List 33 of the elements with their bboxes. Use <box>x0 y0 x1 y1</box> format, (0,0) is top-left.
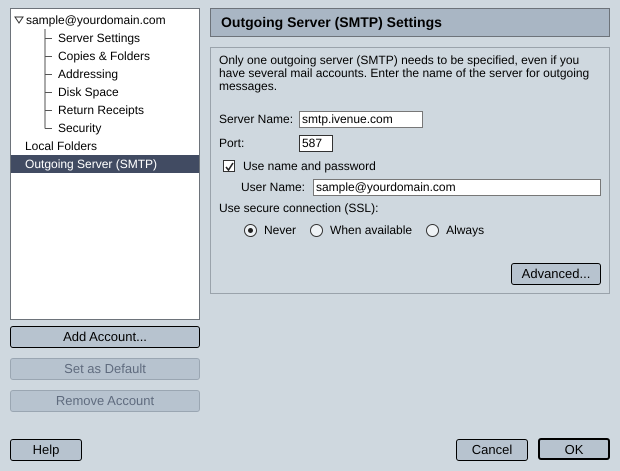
button[interactable]: Help <box>10 438 82 461</box>
tree-item[interactable]: sample@yourdomain.com <box>26 11 166 29</box>
advanced-button[interactable]: Advanced... <box>511 263 601 285</box>
radio-button[interactable] <box>244 224 257 236</box>
tree-item[interactable]: Addressing <box>58 65 118 83</box>
tree-item[interactable]: Local Folders <box>11 137 199 155</box>
radio-label: Always <box>446 222 484 239</box>
server-name-field[interactable]: smtp.ivenue.com <box>299 110 423 128</box>
radio-label: When available <box>330 222 412 239</box>
checkbox[interactable] <box>223 160 235 172</box>
panel-header: Outgoing Server (SMTP) Settings <box>210 8 610 37</box>
tree-item[interactable]: Security <box>58 119 102 137</box>
radio-button[interactable] <box>310 224 324 236</box>
description-text: Only one outgoing server (SMTP) needs to be specified, even if you have several mail accounts. Enter the name of the server for outgoing messages. <box>219 54 590 93</box>
tree-item[interactable]: Outgoing Server (SMTP) <box>11 155 199 173</box>
tree-item[interactable]: Server Settings <box>58 29 140 47</box>
tree-item[interactable]: Disk Space <box>58 83 119 101</box>
radio-button[interactable] <box>426 224 440 236</box>
port-field[interactable]: 587 <box>299 134 333 152</box>
ssl-label: Use secure connection (SSL): <box>219 200 380 217</box>
radio-label: Never <box>264 222 296 239</box>
button[interactable]: OK <box>538 438 610 460</box>
field-label: Server Name: <box>219 111 294 128</box>
user-name-field[interactable]: sample@yourdomain.com <box>313 178 601 196</box>
button[interactable]: Add Account... <box>10 326 200 348</box>
tree-item[interactable]: Return Receipts <box>58 101 144 119</box>
disclosure-triangle-icon[interactable] <box>14 16 24 24</box>
checkmark-icon <box>224 162 234 170</box>
field-label: Port: <box>219 135 246 152</box>
button[interactable]: Cancel <box>456 438 528 461</box>
tree-item[interactable]: Copies & Folders <box>58 47 150 65</box>
field-label: User Name: <box>241 179 306 196</box>
checkbox-label: Use name and password <box>243 158 376 175</box>
